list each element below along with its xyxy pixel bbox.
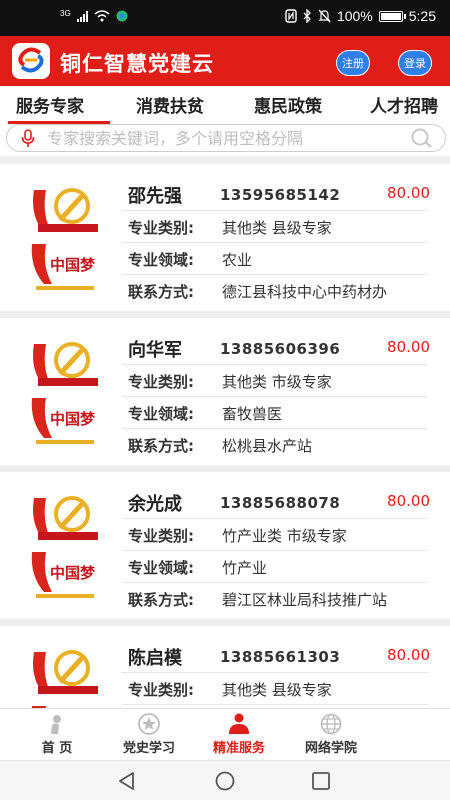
- star-icon: [138, 713, 160, 735]
- expert-price: 80.00: [387, 184, 430, 202]
- field-row: 专业领域: 竹产业: [122, 550, 428, 582]
- contact-label: 联系方式:: [128, 283, 194, 301]
- svg-text:中国梦: 中国梦: [50, 410, 96, 428]
- recent-apps-icon[interactable]: [310, 770, 332, 792]
- category-label: 专业类别:: [128, 373, 194, 391]
- contact-value: 碧江区林业局科技推广站: [222, 591, 388, 609]
- app-title: 铜仁智慧党建云: [60, 52, 214, 76]
- category-label: 专业类别:: [128, 219, 194, 237]
- party-emblem-image: 中国梦: [20, 488, 108, 606]
- svg-text:中国梦: 中国梦: [50, 256, 96, 274]
- tab-public-policy[interactable]: 惠民政策: [254, 92, 322, 117]
- list-item[interactable]: 中国梦 余光成 13885688078 80.00 专业类别: 竹产业类 市级专…: [0, 472, 450, 619]
- expert-phone[interactable]: 13595685142: [220, 186, 340, 204]
- nav-party-history[interactable]: 党史学习: [114, 713, 184, 759]
- nav-online-academy-label: 网络学院: [304, 741, 357, 756]
- party-emblem-image: 中国梦: [20, 334, 108, 452]
- signal-icon: [76, 10, 88, 22]
- login-button[interactable]: 登录: [398, 50, 432, 76]
- svg-text:中国梦: 中国梦: [50, 564, 96, 582]
- category-value: 其他类 市级专家: [222, 373, 332, 391]
- list-item[interactable]: 中国梦 陈启模 13885661303 80.00 专业类别: 其他类 县级专家…: [0, 626, 450, 708]
- nav-home[interactable]: 首 页: [22, 713, 92, 759]
- search-input[interactable]: [47, 127, 407, 149]
- silent-icon: [318, 9, 331, 23]
- status-left: 3G: [60, 8, 128, 22]
- contact-row: 联系方式: 松桃县水产站: [122, 428, 428, 460]
- status-bar: 3G 100% 5:25: [0, 0, 450, 36]
- contact-value: 松桃县水产站: [222, 437, 313, 455]
- contact-label: 联系方式:: [128, 591, 194, 609]
- home-button-icon[interactable]: [214, 770, 236, 792]
- contact-value: 德江县科技中心中药材办: [222, 283, 388, 301]
- bluetooth-icon: [303, 9, 311, 23]
- field-label: 专业领域:: [128, 251, 194, 269]
- expert-name: 邵先强: [128, 186, 182, 207]
- register-button[interactable]: 注册: [336, 50, 370, 76]
- category-row: 专业类别: 其他类 县级专家: [122, 672, 428, 704]
- system-navigation-bar: [0, 760, 450, 800]
- person-icon: [229, 713, 249, 734]
- party-emblem-image: 中国梦: [20, 180, 108, 298]
- logo-icon: [18, 47, 44, 73]
- category-tabs: 服务专家 消费扶贫 惠民政策 人才招聘: [0, 86, 450, 124]
- field-value: 畜牧兽医: [222, 405, 283, 423]
- expert-price: 80.00: [387, 338, 430, 356]
- app-header: 铜仁智慧党建云 注册 登录: [0, 36, 450, 86]
- category-row: 专业类别: 其他类 市级专家: [122, 364, 428, 396]
- tab-service-experts[interactable]: 服务专家: [16, 92, 84, 117]
- globe-icon: [320, 713, 342, 735]
- category-label: 专业类别:: [128, 527, 194, 545]
- field-value: 农业: [222, 251, 253, 269]
- category-label: 专业类别:: [128, 681, 194, 699]
- expert-phone[interactable]: 13885661303: [220, 648, 340, 666]
- field-label: 专业领域:: [128, 405, 194, 423]
- contact-label: 联系方式:: [128, 437, 194, 455]
- nav-online-academy[interactable]: 网络学院: [296, 713, 366, 759]
- field-row: 专业领域: 畜牧兽医: [122, 396, 428, 428]
- clock: 5:25: [408, 8, 436, 24]
- nav-precise-service-label: 精准服务: [212, 741, 265, 756]
- list-item[interactable]: 中国梦 向华军 13885606396 80.00 专业类别: 其他类 市级专家…: [0, 318, 450, 465]
- nav-home-label: 首 页: [41, 741, 73, 756]
- back-icon[interactable]: [116, 770, 138, 792]
- expert-name: 余光成: [128, 494, 182, 515]
- field-row: 专业领域: 农业: [122, 242, 428, 274]
- nfc-icon: [285, 9, 297, 23]
- field-value: 竹产业: [222, 559, 268, 577]
- expert-price: 80.00: [387, 646, 430, 664]
- category-value: 其他类 县级专家: [222, 681, 332, 699]
- tab-talent-recruitment[interactable]: 人才招聘: [370, 92, 438, 117]
- battery-icon: [378, 10, 406, 22]
- category-value: 竹产业类 市级专家: [222, 527, 347, 545]
- nav-party-history-label: 党史学习: [122, 741, 175, 756]
- tab-consumption-poverty[interactable]: 消费扶贫: [136, 92, 204, 117]
- category-row: 专业类别: 竹产业类 市级专家: [122, 518, 428, 550]
- expert-phone[interactable]: 13885606396: [220, 340, 340, 358]
- nav-precise-service[interactable]: 精准服务: [204, 713, 274, 759]
- app-logo: [12, 43, 50, 79]
- contact-row: 联系方式: 碧江区林业局科技推广站: [122, 582, 428, 614]
- expert-name: 向华军: [128, 340, 182, 361]
- search-bar: [6, 124, 446, 152]
- list-item[interactable]: 中国梦 邵先强 13595685142 80.00 专业类别: 其他类 县级专家…: [0, 164, 450, 311]
- category-value: 其他类 县级专家: [222, 219, 332, 237]
- home-icon: [51, 715, 61, 734]
- category-row: 专业类别: 其他类 县级专家: [122, 210, 428, 242]
- expert-price: 80.00: [387, 492, 430, 510]
- search-icon[interactable]: [409, 128, 433, 148]
- wifi-icon: [94, 10, 110, 22]
- party-emblem-image: 中国梦: [20, 642, 108, 708]
- field-label: 专业领域:: [128, 559, 194, 577]
- battery-percent: 100%: [336, 8, 373, 24]
- status-right: 100% 5:25: [285, 8, 436, 24]
- app-notification-icon: [116, 10, 128, 22]
- expert-name: 陈启模: [128, 648, 182, 669]
- microphone-icon[interactable]: [21, 129, 35, 148]
- expert-phone[interactable]: 13885688078: [220, 494, 340, 512]
- network-type: 3G: [60, 8, 71, 18]
- contact-row: 联系方式: 德江县科技中心中药材办: [122, 274, 428, 306]
- expert-list: 中国梦 邵先强 13595685142 80.00 专业类别: 其他类 县级专家…: [0, 156, 450, 708]
- bottom-navigation: 首 页 党史学习 精准服务 网络学院: [0, 708, 450, 760]
